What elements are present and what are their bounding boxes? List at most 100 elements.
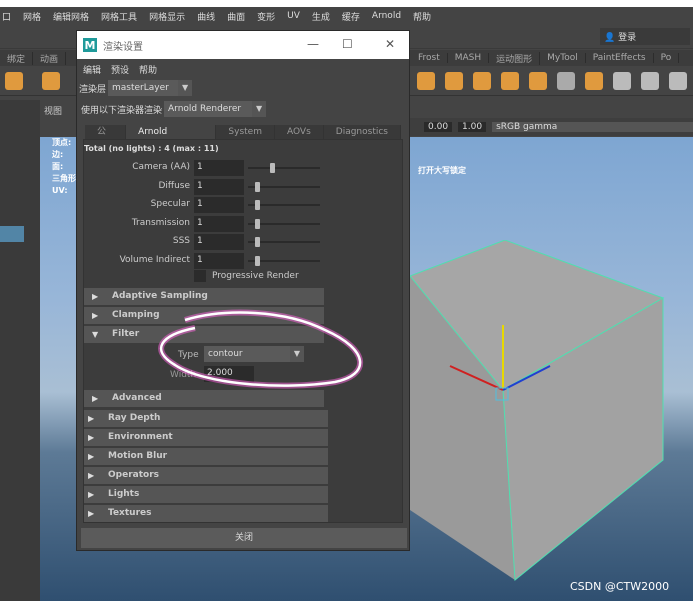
shelf-tool-icon[interactable]	[501, 72, 519, 90]
chevron-down-icon: ▼	[178, 80, 193, 96]
menu-item[interactable]: 编辑网格	[53, 10, 89, 23]
sample-row: Camera (AA) 1	[84, 160, 384, 176]
slider-handle[interactable]	[255, 255, 261, 266]
shelf-tool-icon[interactable]	[669, 72, 687, 90]
sample-value-field[interactable]: 1	[194, 178, 244, 195]
sample-label: Transmission	[131, 217, 190, 228]
shelf-tool-icon[interactable]	[557, 72, 575, 90]
slider-handle[interactable]	[255, 218, 261, 229]
renderer-value: Arnold Renderer	[168, 104, 242, 114]
sample-value-field[interactable]: 1	[194, 234, 244, 250]
sample-value-field[interactable]: 1	[194, 252, 244, 269]
shelf-tab[interactable]: PaintEffects	[586, 53, 654, 63]
render-layer-select[interactable]: masterLayer ▼	[108, 80, 193, 96]
main-menubar: 口 网格 编辑网格 网格工具 网格显示 曲线 曲面 变形 UV 生成 缓存 Ar…	[0, 7, 693, 25]
section-header[interactable]: ▶ Environment	[84, 429, 328, 446]
shelf-tool-icon[interactable]	[613, 72, 631, 90]
shelf-tool-icon[interactable]	[529, 72, 547, 90]
shelf-tab[interactable]: MASH	[448, 53, 490, 63]
login-button[interactable]: 👤 登录	[600, 28, 690, 45]
section-adaptive-sampling[interactable]: ▶ Adaptive Sampling	[84, 288, 324, 305]
sample-value-field[interactable]: 1	[194, 160, 244, 176]
menu-item[interactable]: 曲线	[197, 10, 215, 23]
shelf-tool-icon[interactable]	[417, 72, 435, 90]
sample-value-field[interactable]: 1	[194, 197, 244, 213]
slider-handle[interactable]	[269, 163, 275, 173]
shelf-tool-icon[interactable]	[5, 72, 23, 90]
tab-arnold-renderer[interactable]: Arnold Renderer	[126, 125, 217, 151]
shelf-tool-icon[interactable]	[42, 72, 60, 90]
shelf-tool-icon[interactable]	[641, 72, 659, 90]
menu-item[interactable]: 网格	[23, 10, 41, 23]
hud-label: 三角形	[52, 174, 76, 183]
render-layer-label: 渲染层	[79, 84, 107, 95]
expand-icon: ▶	[88, 452, 95, 461]
close-button[interactable]: 关闭	[81, 528, 407, 548]
minimize-button[interactable]: —	[307, 37, 319, 51]
sample-label: Camera (AA)	[132, 162, 190, 172]
shelf-tab[interactable]: MyTool	[540, 53, 586, 63]
sample-row: Volume Indirect 1	[84, 252, 384, 269]
slider-handle[interactable]	[255, 237, 261, 247]
caps-lock-message: 打开大写锁定	[418, 166, 466, 175]
menu-item[interactable]: UV	[287, 11, 300, 21]
cube-mesh[interactable]	[410, 240, 693, 601]
menu-item[interactable]: 网格显示	[149, 10, 185, 23]
section-advanced[interactable]: ▶ Advanced	[84, 390, 324, 407]
sample-row: Specular 1	[84, 197, 384, 213]
progressive-render-checkbox[interactable]	[194, 270, 206, 282]
sample-row: Diffuse 1	[84, 178, 384, 195]
section-label: Ray Depth	[108, 413, 161, 423]
shelf-tool-icon[interactable]	[473, 72, 491, 90]
tab-diagnostics[interactable]: Diagnostics	[324, 125, 401, 139]
menu-item[interactable]: 曲面	[227, 10, 245, 23]
shelf-tool-icon[interactable]	[585, 72, 603, 90]
sample-slider[interactable]	[248, 167, 320, 169]
section-header[interactable]: ▶ Ray Depth	[84, 410, 328, 427]
menu-item[interactable]: 帮助	[413, 10, 431, 23]
close-window-button[interactable]: ✕	[385, 37, 395, 51]
view-menu[interactable]: 视图	[40, 104, 80, 118]
left-panel	[0, 100, 40, 601]
section-header[interactable]: ▶ Motion Blur	[84, 448, 328, 465]
left-panel-selection[interactable]	[0, 226, 24, 242]
dialog-titlebar[interactable]: M 渲染设置 — ☐ ✕	[77, 31, 409, 59]
shelf-tab[interactable]: 绑定	[0, 51, 34, 65]
menu-item[interactable]: 口	[2, 10, 11, 23]
section-header[interactable]: ▶ Lights	[84, 486, 328, 503]
annotation-glow	[158, 309, 364, 389]
menu-item[interactable]: 缓存	[342, 10, 360, 23]
login-label: 登录	[618, 33, 637, 43]
section-header[interactable]: ▶ Textures	[84, 505, 328, 522]
menu-presets[interactable]: 预设	[111, 63, 129, 76]
scrollbar[interactable]	[402, 150, 403, 520]
scrollbar-thumb[interactable]	[402, 200, 403, 500]
menu-item[interactable]: Arnold	[372, 11, 401, 21]
hud-label: UV:	[52, 186, 68, 195]
shelf-tab[interactable]: Po	[654, 53, 680, 63]
exposure-field[interactable]: 0.00	[424, 122, 453, 132]
slider-handle[interactable]	[255, 200, 261, 210]
shelf-tool-icon[interactable]	[445, 72, 463, 90]
menu-item[interactable]: 网格工具	[101, 10, 137, 23]
menu-item[interactable]: 变形	[257, 10, 275, 23]
maximize-button[interactable]: ☐	[342, 37, 353, 51]
menu-help[interactable]: 帮助	[139, 63, 157, 76]
renderer-select[interactable]: Arnold Renderer ▼	[164, 101, 267, 117]
section-header[interactable]: ▶ Operators	[84, 467, 328, 484]
collapse-icon: ▼	[92, 330, 99, 339]
menu-item[interactable]: 生成	[312, 10, 330, 23]
watermark: CSDN @CTW2000	[570, 580, 670, 593]
gamma-field[interactable]: 1.00	[458, 122, 487, 132]
tab-aovs[interactable]: AOVs	[275, 125, 324, 139]
shelf-tab[interactable]: Frost	[411, 53, 448, 63]
tab-system[interactable]: System	[216, 125, 275, 139]
tab-common[interactable]: 公用	[85, 125, 127, 151]
sample-value-field[interactable]: 1	[194, 215, 244, 232]
shelf-tab[interactable]: 运动图形	[489, 51, 541, 65]
slider-handle[interactable]	[255, 181, 261, 192]
shelf-tab[interactable]: 动画	[33, 51, 67, 65]
menu-edit[interactable]: 编辑	[83, 63, 101, 76]
color-space-select[interactable]: sRGB gamma	[492, 122, 693, 132]
section-label: Clamping	[112, 310, 160, 320]
